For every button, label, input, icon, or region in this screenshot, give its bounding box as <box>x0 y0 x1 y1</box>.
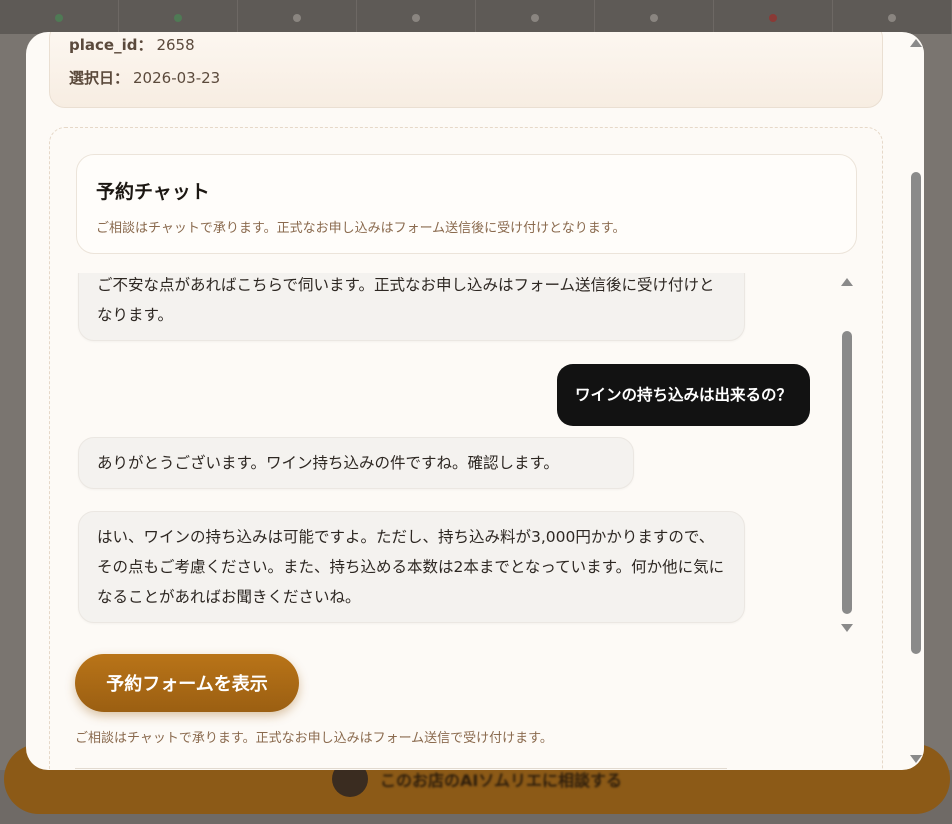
scroll-thumb[interactable] <box>911 172 921 654</box>
chat-title: 予約チャット <box>96 181 210 203</box>
modal-content[interactable]: place_id： 2658 選択日： 2026-03-23 予約チャット ご相談は… <box>26 32 908 770</box>
chat-message-bot: ありがとうございます。ワイン持ち込みの件ですね。確認します。 <box>78 437 634 489</box>
background-tab <box>0 0 119 34</box>
background-tab-bar <box>0 0 952 34</box>
selected-date-value: 2026-03-23 <box>133 69 221 87</box>
status-dot-icon <box>293 14 301 22</box>
chat-subtitle: ご相談はチャットで承ります。正式なお申し込みはフォーム送信後に受け付けとなります… <box>96 221 626 236</box>
scroll-down-arrow-icon[interactable] <box>841 624 853 632</box>
place-id-label: place_id： <box>69 36 153 54</box>
background-tab <box>119 0 238 34</box>
place-id-value: 2658 <box>156 36 195 54</box>
status-dot-icon <box>412 14 420 22</box>
selected-date-label: 選択日： <box>69 69 130 87</box>
background-tab <box>476 0 595 34</box>
status-dot-icon <box>888 14 896 22</box>
status-dot-icon <box>55 14 63 22</box>
chat-input-area[interactable] <box>75 768 727 770</box>
chat-message-bot: ご不安な点があればこちらで伺います。正式なお申し込みはフォーム送信後に受け付けと… <box>78 273 745 341</box>
show-reservation-form-button[interactable]: 予約フォームを表示 <box>75 654 299 712</box>
background-cta-label: このお店のAIソムリエに相談する <box>379 771 623 790</box>
chat-messages[interactable]: ご不安な点があればこちらで伺います。正式なお申し込みはフォーム送信後に受け付けと… <box>50 273 850 638</box>
chat-footnote: ご相談はチャットで承ります。正式なお申し込みはフォーム送信で受け付けます。 <box>75 731 553 746</box>
scroll-down-arrow-icon[interactable] <box>910 755 922 763</box>
reservation-modal: place_id： 2658 選択日： 2026-03-23 予約チャット ご相談は… <box>26 32 924 770</box>
background-tab <box>833 0 952 34</box>
chat-scrollbar[interactable] <box>840 273 854 633</box>
scroll-thumb[interactable] <box>842 331 852 614</box>
chat-header: 予約チャット ご相談はチャットで承ります。正式なお申し込みはフォーム送信後に受け… <box>76 154 857 254</box>
background-tab <box>238 0 357 34</box>
background-tab <box>714 0 833 34</box>
selected-date-row: 選択日： 2026-03-23 <box>69 67 220 88</box>
chat-message-bot: はい、ワインの持ち込みは可能ですよ。ただし、持ち込み料が3,000円かかりますの… <box>78 511 745 623</box>
status-dot-icon <box>769 14 777 22</box>
chat-message-user: ワインの持ち込みは出来るの？ <box>557 364 811 426</box>
status-dot-icon <box>531 14 539 22</box>
background-tab <box>595 0 714 34</box>
chat-section: 予約チャット ご相談はチャットで承ります。正式なお申し込みはフォーム送信後に受け… <box>49 127 883 770</box>
status-dot-icon <box>650 14 658 22</box>
place-id-row: place_id： 2658 <box>69 34 195 55</box>
background-tab <box>357 0 476 34</box>
modal-scrollbar[interactable] <box>908 32 924 770</box>
info-card: place_id： 2658 選択日： 2026-03-23 <box>49 32 883 108</box>
scroll-up-arrow-icon[interactable] <box>910 39 922 47</box>
status-dot-icon <box>174 14 182 22</box>
scroll-up-arrow-icon[interactable] <box>841 278 853 286</box>
